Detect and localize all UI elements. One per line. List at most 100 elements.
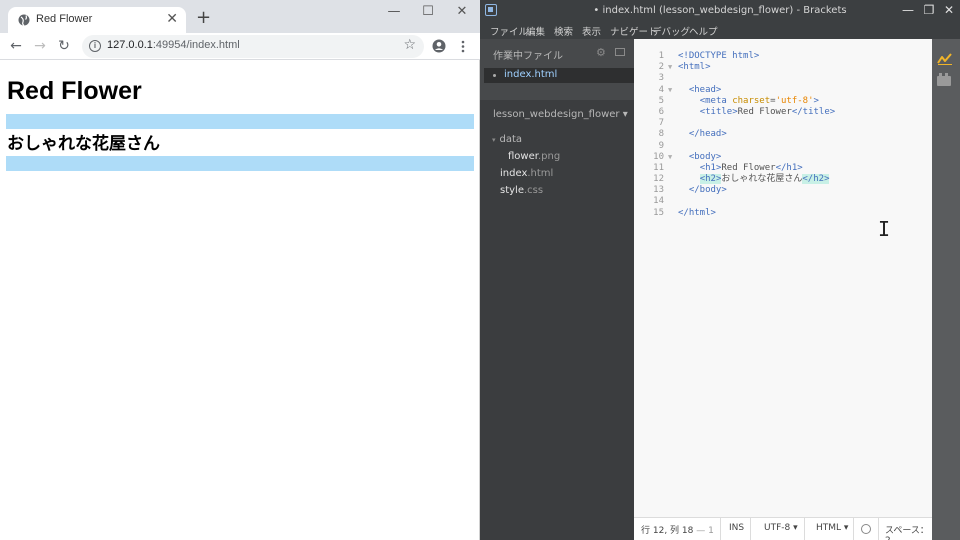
project-name-dropdown[interactable]: lesson_webdesign_flower ▾ [493,109,628,120]
h2-border-band [6,156,474,171]
back-arrow-icon[interactable]: ← [6,36,26,56]
tree-file-style[interactable]: style.css [500,185,543,196]
tree-file-flower[interactable]: flower.png [508,151,560,162]
brackets-window: • index.html (lesson_webdesign_flower) -… [480,0,960,540]
status-divider [804,518,805,540]
code-line[interactable]: 4 ▼ <head> [634,85,932,96]
project-tree: lesson_webdesign_flower ▾ ▾ data flower.p… [480,100,634,540]
new-tab-button[interactable]: + [196,9,211,27]
language-dropdown[interactable]: HTML ▾ [816,523,848,533]
gear-icon[interactable]: ⚙ [596,46,606,59]
fold-arrow-icon[interactable]: ▼ [668,152,672,163]
status-divider [750,518,751,540]
split-view-icon[interactable] [615,48,625,56]
page-heading-h2: おしゃれな花屋さん [7,134,160,154]
account-icon[interactable] [432,39,446,53]
code-text[interactable]: </head> [678,129,727,140]
code-line[interactable]: 2 ▼ <html> [634,62,932,73]
line-number: 12 [653,174,664,185]
info-icon[interactable]: i [89,40,101,52]
code-line[interactable]: 5 <meta charset='utf-8'> [634,96,932,107]
page-viewport: Red Flower おしゃれな花屋さん [0,61,479,540]
status-divider [853,518,854,540]
menu-bar: ファイル 編集 検索 表示 ナビゲート デバッグ ヘルプ [480,22,960,39]
code-text[interactable]: <html> [678,62,711,73]
code-text[interactable]: <title>Red Flower</title> [678,107,835,118]
chevron-down-icon: ▾ [492,136,496,144]
menu-kebab-icon[interactable] [461,40,465,53]
fold-arrow-icon[interactable]: ▼ [668,85,672,96]
tree-file-index[interactable]: index.html [500,168,553,179]
minimize-button[interactable]: — [384,4,404,19]
code-text[interactable]: </html> [678,208,716,219]
line-number: 5 [658,95,664,106]
code-text[interactable]: <!DOCTYPE html> [678,51,759,62]
close-window-button[interactable]: ✕ [941,3,957,17]
globe-icon [18,14,30,26]
code-text[interactable]: <body> [678,152,722,163]
code-line[interactable]: 8 </head> [634,129,932,140]
code-line[interactable]: 11 <h1>Red Flower</h1> [634,163,932,174]
line-number: 10 [653,151,664,162]
close-window-button[interactable]: ✕ [452,4,472,19]
dirty-dot-icon [493,74,496,77]
cursor-position[interactable]: 行 12, 列 18 — 1 [641,523,714,536]
live-preview-icon[interactable] [937,53,953,65]
status-divider [878,518,879,540]
linter-status-icon[interactable] [861,524,871,534]
line-number: 4 [658,84,664,95]
code-line[interactable]: 9 [634,141,932,152]
sidebar: 作業中ファイル ⚙ index.html lesson_webdesign_fl… [480,39,634,540]
browser-window: Red Flower ✕ + — ☐ ✕ ← → ↻ i 127.0.0.1:4… [0,0,480,540]
browser-tab[interactable]: Red Flower ✕ [8,7,186,33]
line-number: 6 [658,106,664,117]
code-line[interactable]: 3 [634,73,932,84]
line-number: 3 [658,73,664,84]
line-number: 8 [658,129,664,140]
maximize-button[interactable]: ❐ [921,3,937,17]
code-lines[interactable]: 1 <!DOCTYPE html> 2 ▼ <html> 3 4 ▼ <head> 5 <met… [634,51,932,219]
code-line[interactable]: 1 <!DOCTYPE html> [634,51,932,62]
code-line[interactable]: 6 <title>Red Flower</title> [634,107,932,118]
code-line[interactable]: 12 <h2>おしゃれな花屋さん</h2> [634,174,932,185]
address-bar[interactable]: i 127.0.0.1:49954/index.html ☆ [82,35,424,58]
menu-debug[interactable]: デバッグ [652,24,690,38]
code-text[interactable]: <meta charset='utf-8'> [678,96,819,107]
reload-icon[interactable]: ↻ [54,36,74,56]
brackets-titlebar: • index.html (lesson_webdesign_flower) -… [480,0,960,22]
menu-view[interactable]: 表示 [582,24,601,38]
minimize-button[interactable]: — [900,3,916,17]
text-cursor-icon: I [878,217,891,241]
fold-arrow-icon[interactable]: ▼ [668,62,672,73]
code-line[interactable]: 14 [634,196,932,207]
code-line[interactable]: 13 </body> [634,185,932,196]
status-bar: 行 12, 列 18 — 1 INS UTF-8 ▾ HTML ▾ スペース：2 [634,517,932,540]
code-editor[interactable]: 1 <!DOCTYPE html> 2 ▼ <html> 3 4 ▼ <head> 5 <met… [634,39,932,517]
code-text[interactable]: <h2>おしゃれな花屋さん</h2> [678,174,830,185]
code-text[interactable]: <head> [678,85,722,96]
menu-find[interactable]: 検索 [554,24,573,38]
insert-mode-toggle[interactable]: INS [729,523,744,533]
page-heading-h1: Red Flower [7,77,142,105]
working-files-header: 作業中ファイル [493,51,563,62]
line-number: 15 [653,207,664,218]
forward-arrow-icon[interactable]: → [30,36,50,56]
code-line[interactable]: 7 [634,118,932,129]
indent-spaces-setting[interactable]: スペース：2 [885,523,932,540]
maximize-button[interactable]: ☐ [418,4,438,19]
bookmark-star-icon[interactable]: ☆ [403,37,416,53]
browser-toolbar: ← → ↻ i 127.0.0.1:49954/index.html ☆ [0,33,480,60]
menu-file[interactable]: ファイル [490,24,528,38]
code-line[interactable]: 10 ▼ <body> [634,152,932,163]
code-text[interactable]: <h1>Red Flower</h1> [678,163,803,174]
menu-navigate[interactable]: ナビゲート [610,24,658,38]
menu-help[interactable]: ヘルプ [689,24,718,38]
tree-folder-data[interactable]: ▾ data [492,134,522,145]
working-file-item[interactable]: index.html [484,68,634,83]
code-text[interactable]: </body> [678,185,727,196]
extension-manager-icon[interactable] [937,73,951,86]
menu-edit[interactable]: 編集 [526,24,545,38]
tab-close-icon[interactable]: ✕ [166,11,178,27]
encoding-dropdown[interactable]: UTF-8 ▾ [764,523,798,533]
browser-titlebar: Red Flower ✕ + — ☐ ✕ [0,0,480,33]
